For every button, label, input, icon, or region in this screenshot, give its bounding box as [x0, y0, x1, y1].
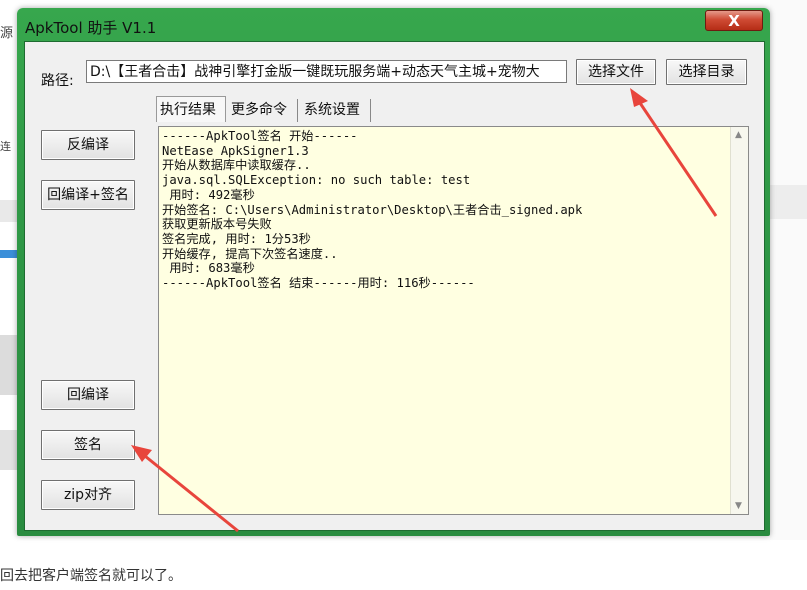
sign-button[interactable]: 签名: [41, 430, 135, 460]
log-line: 开始签名: C:\Users\Administrator\Desktop\王者合…: [162, 202, 583, 217]
zipalign-button[interactable]: zip对齐: [41, 480, 135, 510]
output-text: ------ApkTool签名 开始------ NetEase ApkSign…: [159, 127, 748, 291]
log-line: ------ApkTool签名 开始------: [162, 129, 358, 143]
log-line: 开始缓存, 提高下次签名速度..: [162, 246, 338, 261]
background-thumbnail: [0, 335, 17, 395]
recompile-sign-button[interactable]: 回编译+签名: [41, 180, 135, 210]
tab-results[interactable]: 执行结果: [156, 96, 226, 122]
log-line: ------ApkTool签名 结束------用时: 116秒------: [162, 276, 475, 291]
log-line: NetEase ApkSigner1.3: [162, 143, 309, 158]
log-line: java.sql.SQLException: no such table: te…: [162, 173, 471, 188]
log-line: 开始从数据库中读取缓存..: [162, 158, 311, 173]
path-input[interactable]: D:\【王者合击】战神引擎打金版一键既玩服务端+动态天气主城+宠物大: [86, 60, 567, 83]
scroll-down-icon[interactable]: ▼: [735, 501, 742, 511]
close-button[interactable]: X: [705, 10, 763, 31]
log-line: 获取更新版本号失败: [162, 217, 272, 232]
log-line: 用时: 492毫秒: [162, 187, 255, 202]
background-caption: 回去把客户端签名就可以了。: [0, 568, 182, 584]
window-title: ApkTool 助手 V1.1: [25, 19, 157, 37]
scroll-up-icon[interactable]: ▲: [735, 130, 742, 140]
log-line: 用时: 683毫秒: [162, 261, 255, 276]
close-icon: X: [728, 12, 740, 30]
tab-more-commands[interactable]: 更多命令: [228, 99, 298, 122]
output-log[interactable]: ------ApkTool签名 开始------ NetEase ApkSign…: [158, 126, 749, 515]
background-dropdown: [0, 200, 17, 222]
background-selection: [0, 250, 17, 258]
background-page-right: [770, 0, 807, 540]
recompile-button[interactable]: 回编译: [41, 380, 135, 410]
log-line: 签名完成, 用时: 1分53秒: [162, 231, 311, 246]
window-client-area: 路径: D:\【王者合击】战神引擎打金版一键既玩服务端+动态天气主城+宠物大 选…: [24, 41, 765, 531]
vertical-scrollbar[interactable]: ▲ ▼: [730, 127, 748, 514]
choose-directory-button[interactable]: 选择目录: [666, 59, 747, 85]
background-text-fragment: 连: [0, 140, 11, 153]
choose-file-button[interactable]: 选择文件: [576, 59, 656, 85]
background-text-fragment: 源: [0, 26, 14, 41]
decompile-button[interactable]: 反编译: [41, 130, 135, 160]
tab-settings[interactable]: 系统设置: [301, 99, 371, 122]
path-label: 路径:: [41, 73, 74, 89]
background-thumbnail: [0, 430, 17, 470]
background-toolbar: [770, 185, 807, 219]
apktool-window: ApkTool 助手 V1.1 X 路径: D:\【王者合击】战神引擎打金版一键…: [17, 8, 770, 536]
